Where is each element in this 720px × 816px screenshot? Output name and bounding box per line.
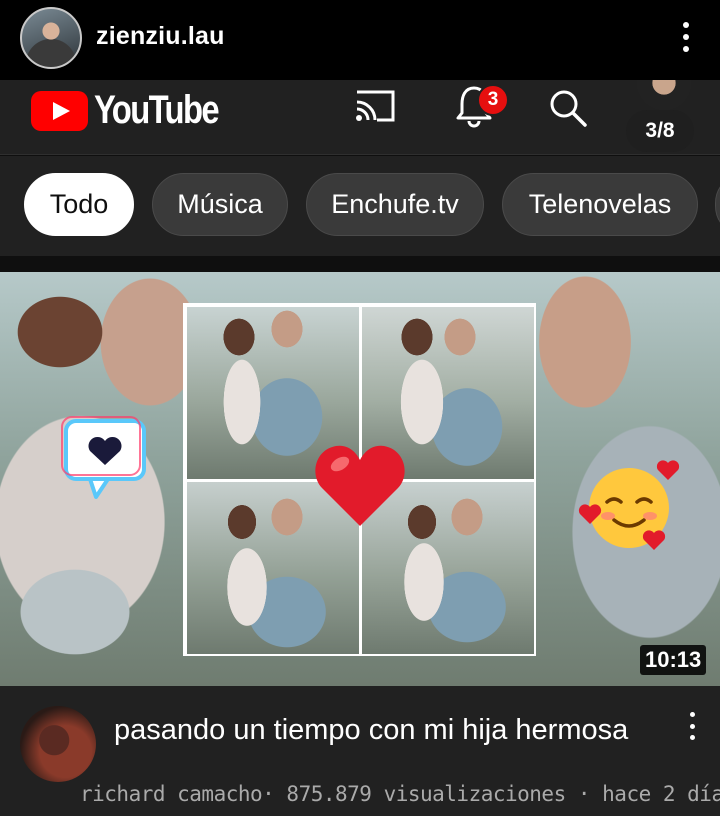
story-more-icon[interactable] [682,22,690,52]
red-heart-icon [315,445,405,526]
story-avatar[interactable] [20,7,82,69]
story-header: zienziu.lau [0,0,720,80]
youtube-app-bar: YouTube 3 [0,80,720,155]
youtube-logo-text: YouTube [94,88,220,132]
story-username[interactable]: zienziu.lau [96,22,225,51]
video-info: pasando un tiempo con mi hija hermosa ri… [0,686,720,816]
youtube-play-icon [31,90,88,131]
chip-musica[interactable]: Música [152,173,288,236]
video-more-icon[interactable] [688,712,696,740]
chip-enchufe-tv[interactable]: Enchufe.tv [306,173,484,236]
story-page-counter: 3/8 [626,110,694,152]
search-icon[interactable] [548,88,588,128]
youtube-logo[interactable]: YouTube [31,88,245,133]
smiling-hearts-emoji-icon [578,460,680,550]
chip-telenovelas[interactable]: Telenovelas [502,173,698,236]
chip-overflow[interactable] [715,173,720,236]
video-duration: 10:13 [640,645,707,675]
channel-avatar[interactable] [20,706,96,782]
cast-icon[interactable] [353,88,397,124]
chip-todo[interactable]: Todo [24,173,134,236]
chat-heart-sticker-icon [61,416,146,499]
notification-badge: 3 [477,84,509,116]
filter-chips-bar: Todo Música Enchufe.tv Telenovelas [0,156,720,256]
video-meta: richard camacho· 875.879 visualizaciones… [80,782,720,806]
video-title[interactable]: pasando un tiempo con mi hija hermosa [114,714,628,747]
account-avatar[interactable] [637,80,691,110]
